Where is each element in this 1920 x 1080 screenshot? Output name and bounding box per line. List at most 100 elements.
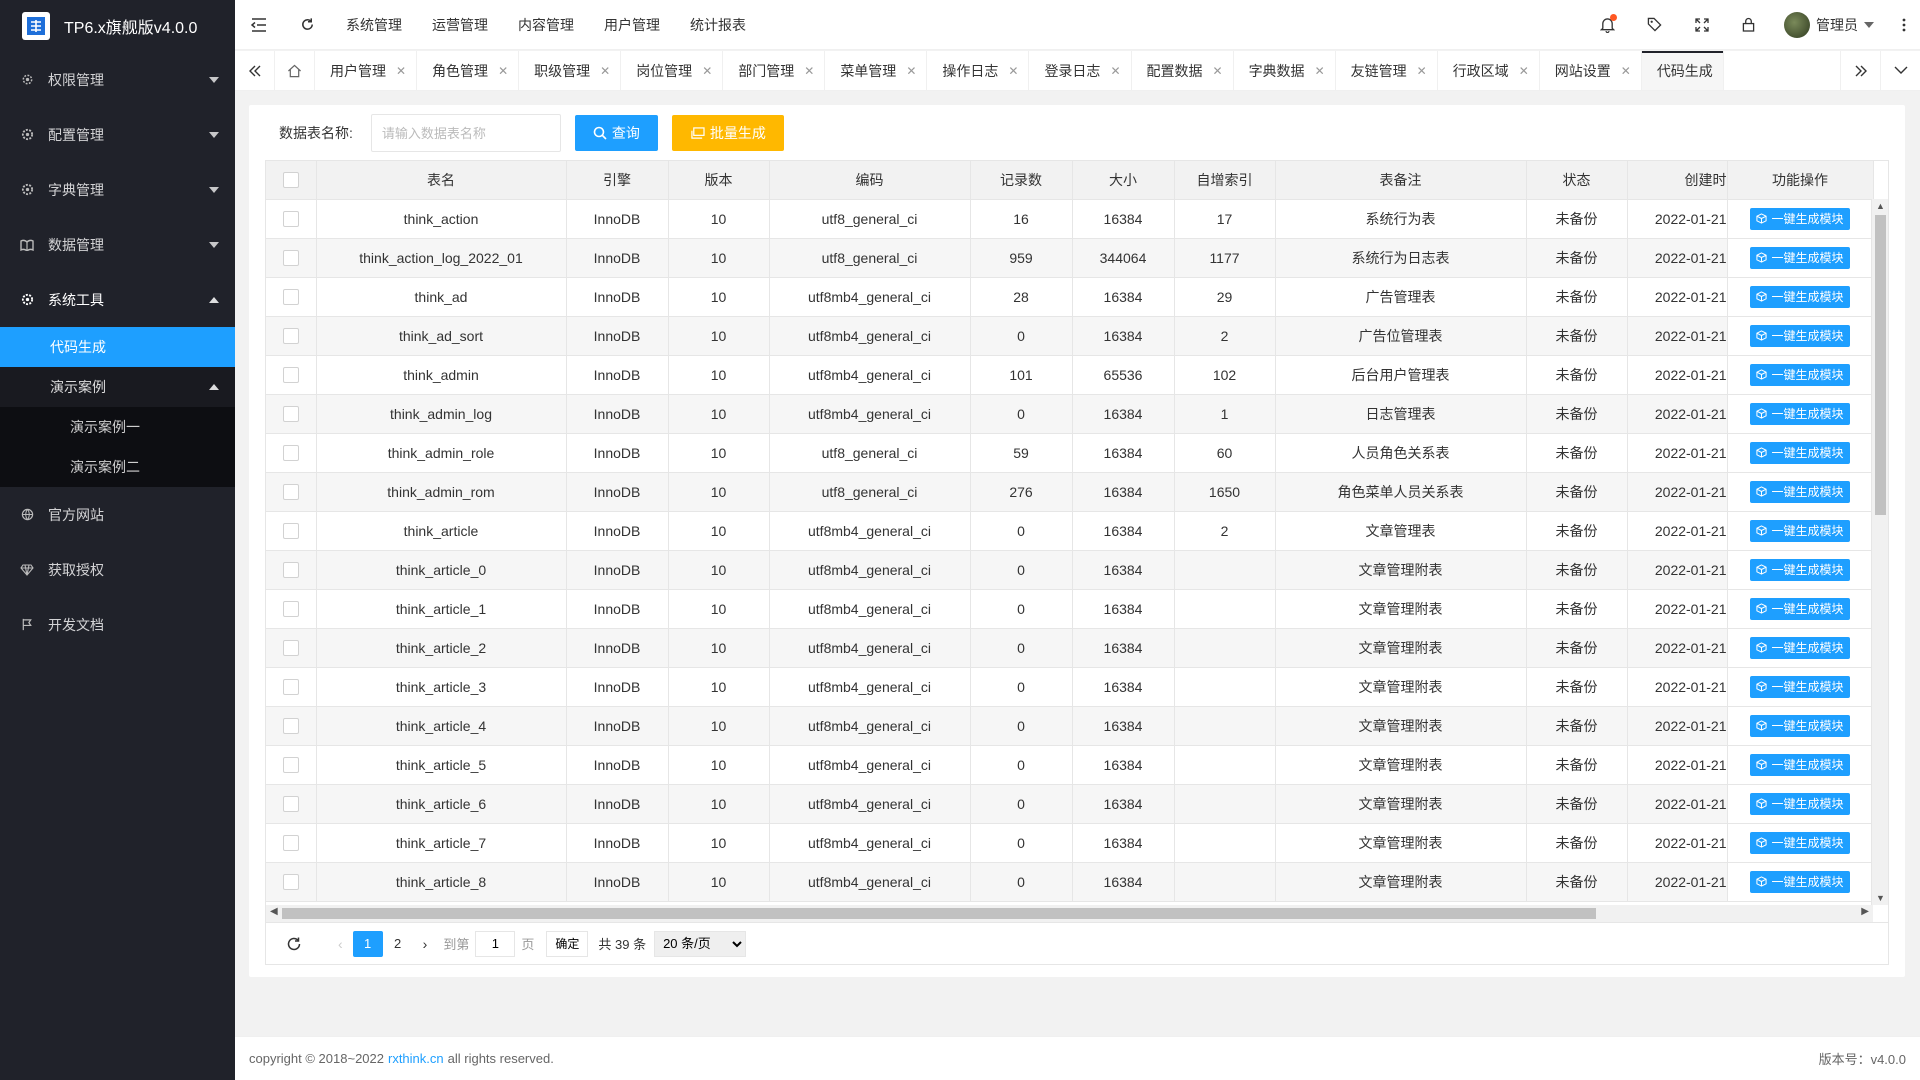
table-row[interactable]: think_article_8 InnoDB 10 utf8mb4_general_c…	[266, 862, 1874, 902]
tab-item[interactable]: 登录日志 ✕	[1029, 51, 1132, 90]
page-size-select[interactable]: 20 条/页	[654, 930, 747, 957]
row-select-cell[interactable]	[266, 667, 317, 707]
tab-item[interactable]: 行政区域 ✕	[1438, 51, 1540, 90]
generate-module-button[interactable]: 一键生成模块	[1750, 324, 1850, 347]
sidebar-item-official-site[interactable]: 官方网站	[0, 487, 235, 542]
scroll-right-icon[interactable]: ▶	[1861, 906, 1869, 917]
tabs-scroll-left-icon[interactable]	[235, 51, 275, 90]
sidebar-item-config[interactable]: 配置管理	[0, 107, 235, 162]
row-select-cell[interactable]	[266, 199, 317, 239]
row-checkbox[interactable]	[282, 484, 299, 501]
vertical-scrollbar[interactable]: ▲ ▼	[1871, 199, 1888, 905]
site-link[interactable]: rxthink.cn	[388, 1051, 444, 1066]
row-select-cell[interactable]	[266, 745, 317, 785]
sidebar-item-demo[interactable]: 演示案例	[0, 367, 235, 407]
tab-item[interactable]: 字典数据 ✕	[1234, 51, 1336, 90]
menu-toggle-icon[interactable]	[235, 0, 283, 50]
close-icon[interactable]: ✕	[804, 64, 814, 78]
sidebar-item-docs[interactable]: 开发文档	[0, 597, 235, 652]
sidebar-item-dict[interactable]: 字典管理	[0, 162, 235, 217]
sidebar-item-data[interactable]: 数据管理	[0, 217, 235, 272]
row-select-cell[interactable]	[266, 316, 317, 356]
lock-icon[interactable]	[1725, 0, 1772, 50]
sidebar-item-license[interactable]: 获取授权	[0, 542, 235, 597]
generate-module-button[interactable]: 一键生成模块	[1750, 753, 1850, 776]
close-icon[interactable]: ✕	[600, 64, 610, 78]
generate-module-button[interactable]: 一键生成模块	[1750, 246, 1850, 269]
refresh-icon[interactable]	[286, 936, 302, 952]
close-icon[interactable]: ✕	[906, 64, 916, 78]
row-checkbox[interactable]	[282, 367, 299, 384]
close-icon[interactable]: ✕	[1213, 64, 1223, 78]
sidebar-item-code-gen[interactable]: 代码生成	[0, 327, 235, 367]
logo-bar[interactable]: TP6.x旗舰版v4.0.0	[0, 0, 235, 52]
more-vertical-icon[interactable]	[1888, 0, 1920, 50]
close-icon[interactable]: ✕	[1008, 64, 1018, 78]
table-row[interactable]: think_article_7 InnoDB 10 utf8mb4_general_c…	[266, 823, 1874, 863]
table-row[interactable]: think_admin_role InnoDB 10 utf8_general_ci 5…	[266, 433, 1874, 473]
sidebar-item-demo-1[interactable]: 演示案例一	[0, 407, 235, 447]
close-icon[interactable]: ✕	[396, 64, 406, 78]
row-checkbox[interactable]	[282, 835, 299, 852]
row-checkbox[interactable]	[282, 562, 299, 579]
row-checkbox[interactable]	[282, 211, 299, 228]
row-checkbox[interactable]	[282, 718, 299, 735]
tab-item[interactable]: 菜单管理 ✕	[825, 51, 928, 90]
batch-generate-button[interactable]: 批量生成	[671, 115, 784, 151]
sidebar-item-demo-2[interactable]: 演示案例二	[0, 447, 235, 487]
close-icon[interactable]: ✕	[702, 64, 712, 78]
row-select-cell[interactable]	[266, 472, 317, 512]
close-icon[interactable]: ✕	[1110, 64, 1120, 78]
generate-module-button[interactable]: 一键生成模块	[1750, 792, 1850, 815]
row-checkbox[interactable]	[282, 445, 299, 462]
generate-module-button[interactable]: 一键生成模块	[1750, 402, 1850, 425]
refresh-icon[interactable]	[283, 0, 331, 50]
user-menu[interactable]: 管理员	[1772, 0, 1888, 50]
top-menu-stats[interactable]: 统计报表	[675, 0, 761, 50]
row-select-cell[interactable]	[266, 628, 317, 668]
tab-item[interactable]: 职级管理 ✕	[519, 51, 622, 90]
sidebar-item-system-tools[interactable]: 系统工具	[0, 272, 235, 327]
scroll-up-icon[interactable]: ▲	[1876, 201, 1885, 211]
close-icon[interactable]: ✕	[1621, 64, 1631, 78]
prev-page-icon[interactable]: ‹	[338, 936, 343, 952]
table-row[interactable]: think_article_2 InnoDB 10 utf8mb4_general_c…	[266, 628, 1874, 668]
table-row[interactable]: think_article_5 InnoDB 10 utf8mb4_general_c…	[266, 745, 1874, 785]
goto-confirm-button[interactable]: 确定	[546, 930, 589, 957]
home-icon[interactable]	[275, 51, 315, 90]
row-checkbox[interactable]	[282, 328, 299, 345]
horizontal-scrollbar[interactable]: ◀ ▶	[266, 905, 1873, 922]
row-select-cell[interactable]	[266, 433, 317, 473]
top-menu-operation[interactable]: 运营管理	[417, 0, 503, 50]
table-row[interactable]: think_article_6 InnoDB 10 utf8mb4_general_c…	[266, 784, 1874, 824]
table-row[interactable]: think_article_3 InnoDB 10 utf8mb4_general_c…	[266, 667, 1874, 707]
table-row[interactable]: think_ad_sort InnoDB 10 utf8mb4_general_ci 0…	[266, 316, 1874, 356]
row-select-cell[interactable]	[266, 862, 317, 902]
row-select-cell[interactable]	[266, 394, 317, 434]
row-checkbox[interactable]	[282, 289, 299, 306]
table-row[interactable]: think_action_log_2022_01 InnoDB 10 utf8_gen…	[266, 238, 1874, 278]
select-all-checkbox[interactable]	[282, 172, 299, 189]
table-row[interactable]: think_article_1 InnoDB 10 utf8mb4_general_c…	[266, 589, 1874, 629]
row-checkbox[interactable]	[282, 874, 299, 891]
tab-item[interactable]: 部门管理 ✕	[723, 51, 826, 90]
row-select-cell[interactable]	[266, 550, 317, 590]
top-menu-system[interactable]: 系统管理	[331, 0, 417, 50]
row-select-cell[interactable]	[266, 706, 317, 746]
generate-module-button[interactable]: 一键生成模块	[1750, 597, 1850, 620]
close-icon[interactable]: ✕	[1417, 64, 1427, 78]
header-select-all[interactable]	[266, 161, 317, 200]
tab-item[interactable]: 配置数据 ✕	[1132, 51, 1234, 90]
goto-page-input[interactable]	[475, 930, 516, 957]
tab-item[interactable]: 角色管理 ✕	[417, 51, 520, 90]
row-select-cell[interactable]	[266, 784, 317, 824]
row-checkbox[interactable]	[282, 757, 299, 774]
table-row[interactable]: think_article_0 InnoDB 10 utf8mb4_general_c…	[266, 550, 1874, 590]
tab-item[interactable]: 用户管理 ✕	[315, 51, 418, 90]
row-select-cell[interactable]	[266, 277, 317, 317]
tabs-dropdown-icon[interactable]	[1880, 51, 1920, 90]
close-icon[interactable]: ✕	[498, 64, 508, 78]
row-checkbox[interactable]	[282, 679, 299, 696]
generate-module-button[interactable]: 一键生成模块	[1750, 714, 1850, 737]
query-button[interactable]: 查询	[574, 115, 658, 151]
